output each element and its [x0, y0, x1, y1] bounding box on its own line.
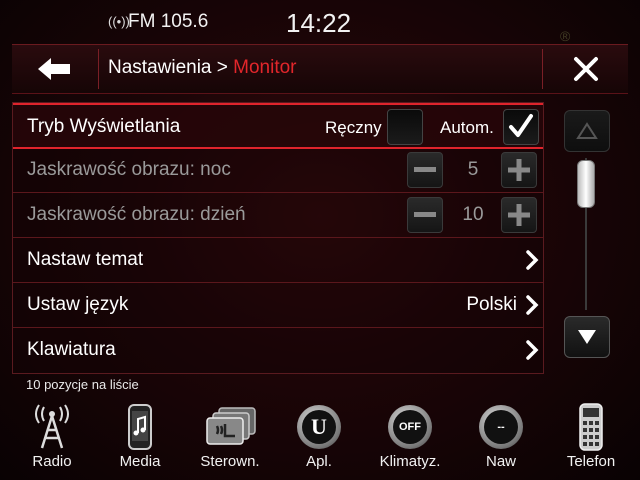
- brightness-night-decrease-button[interactable]: [407, 152, 443, 188]
- dock-item-phone[interactable]: Telefon: [551, 396, 631, 480]
- brightness-day-label: Jaskrawość obrazu: dzień: [27, 204, 246, 225]
- status-bar: ((•)) FM 105.6 14:22 ®: [0, 0, 640, 44]
- auto-checkbox[interactable]: [503, 109, 539, 145]
- radio-tower-icon: [35, 404, 69, 449]
- brightness-night-label: Jaskrawość obrazu: noc: [27, 159, 231, 180]
- brightness-day-decrease-button[interactable]: [407, 197, 443, 233]
- language-value: Polski: [466, 294, 517, 315]
- dock-item-media[interactable]: Media: [100, 396, 180, 480]
- minus-icon: [414, 212, 436, 217]
- manual-option-label: Ręczny: [325, 118, 382, 137]
- dock-label-phone: Telefon: [566, 453, 616, 470]
- breadcrumb: Nastawienia > Monitor: [108, 57, 297, 79]
- brightness-day-value: 10: [462, 204, 484, 225]
- header-bar: Nastawienia > Monitor: [12, 44, 628, 94]
- chevron-right-icon: [526, 340, 539, 360]
- manual-checkbox[interactable]: [387, 109, 423, 145]
- breadcrumb-parent: Nastawienia >: [108, 57, 228, 78]
- dock-label-media: Media: [119, 453, 161, 470]
- dock-item-radio[interactable]: Radio: [12, 396, 92, 480]
- chevron-right-icon: [526, 295, 539, 315]
- radio-station: FM 105.6: [128, 11, 209, 32]
- clock: 14:22: [286, 8, 352, 38]
- list-scrollbar[interactable]: [548, 102, 628, 372]
- language-label: Ustaw język: [27, 294, 129, 315]
- plus-icon: [508, 159, 530, 181]
- climate-off-icon: OFF: [388, 405, 432, 449]
- phone-keypad-icon: [579, 403, 603, 451]
- back-button[interactable]: [12, 45, 98, 93]
- brightness-day-increase-button[interactable]: [501, 197, 537, 233]
- display-mode-label: Tryb Wyświetlania: [27, 116, 181, 137]
- list-count-text: 10 pozycje na liście: [26, 377, 139, 392]
- navigation-badge: --: [484, 410, 518, 444]
- list-item-display-mode: Tryb Wyświetlania Ręczny Autom.: [13, 103, 543, 149]
- keyboard-label: Klawiatura: [27, 339, 116, 360]
- settings-list: Tryb Wyświetlania Ręczny Autom. Jaskrawo…: [12, 102, 544, 374]
- back-arrow-icon: [38, 58, 70, 80]
- radio-signal-icon: ((•)): [108, 14, 130, 29]
- scroll-up-button[interactable]: [564, 110, 610, 152]
- scroll-thumb[interactable]: [577, 160, 595, 208]
- navigation-compass-icon: --: [479, 405, 523, 449]
- dock-item-controls[interactable]: Sterown.: [190, 396, 270, 480]
- list-item-theme[interactable]: Nastaw temat: [13, 238, 543, 283]
- seat-heat-icon: [206, 407, 256, 445]
- triangle-down-icon: [578, 330, 596, 344]
- close-icon: [573, 57, 598, 81]
- dock-label-radio: Radio: [32, 453, 72, 470]
- checkmark-icon: [509, 114, 533, 137]
- dock-item-climate[interactable]: OFF Klimatyz.: [370, 396, 450, 480]
- dock-label-controls: Sterown.: [200, 453, 260, 470]
- registered-mark: ®: [560, 28, 571, 44]
- dock-label-apps: Apl.: [306, 453, 332, 470]
- brightness-night-value: 5: [467, 159, 479, 180]
- scroll-down-button[interactable]: [564, 316, 610, 358]
- plus-icon: [508, 204, 530, 226]
- chevron-right-icon: [526, 250, 539, 270]
- header-divider: [98, 49, 99, 89]
- theme-label: Nastaw temat: [27, 249, 144, 270]
- close-button[interactable]: [543, 45, 628, 93]
- brightness-night-increase-button[interactable]: [501, 152, 537, 188]
- uconnect-icon: U: [297, 405, 341, 449]
- media-phone-icon: [128, 404, 152, 450]
- list-item-brightness-day: Jaskrawość obrazu: dzień 10: [13, 193, 543, 238]
- dock-label-climate: Klimatyz.: [379, 453, 441, 470]
- bottom-dock: Radio Media Sterown. U Apl. OFF Klimatyz…: [0, 396, 640, 480]
- list-item-brightness-night: Jaskrawość obrazu: noc 5: [13, 148, 543, 193]
- triangle-up-icon: [576, 122, 598, 139]
- auto-option-label: Autom.: [440, 118, 494, 137]
- minus-icon: [414, 167, 436, 172]
- breadcrumb-current: Monitor: [233, 57, 297, 78]
- dock-item-navigation[interactable]: -- Naw: [461, 396, 541, 480]
- list-item-language[interactable]: Ustaw język Polski: [13, 283, 543, 328]
- dock-item-apps[interactable]: U Apl.: [279, 396, 359, 480]
- dock-label-navigation: Naw: [485, 453, 516, 470]
- list-item-keyboard[interactable]: Klawiatura: [13, 328, 543, 372]
- climate-off-badge: OFF: [393, 410, 427, 444]
